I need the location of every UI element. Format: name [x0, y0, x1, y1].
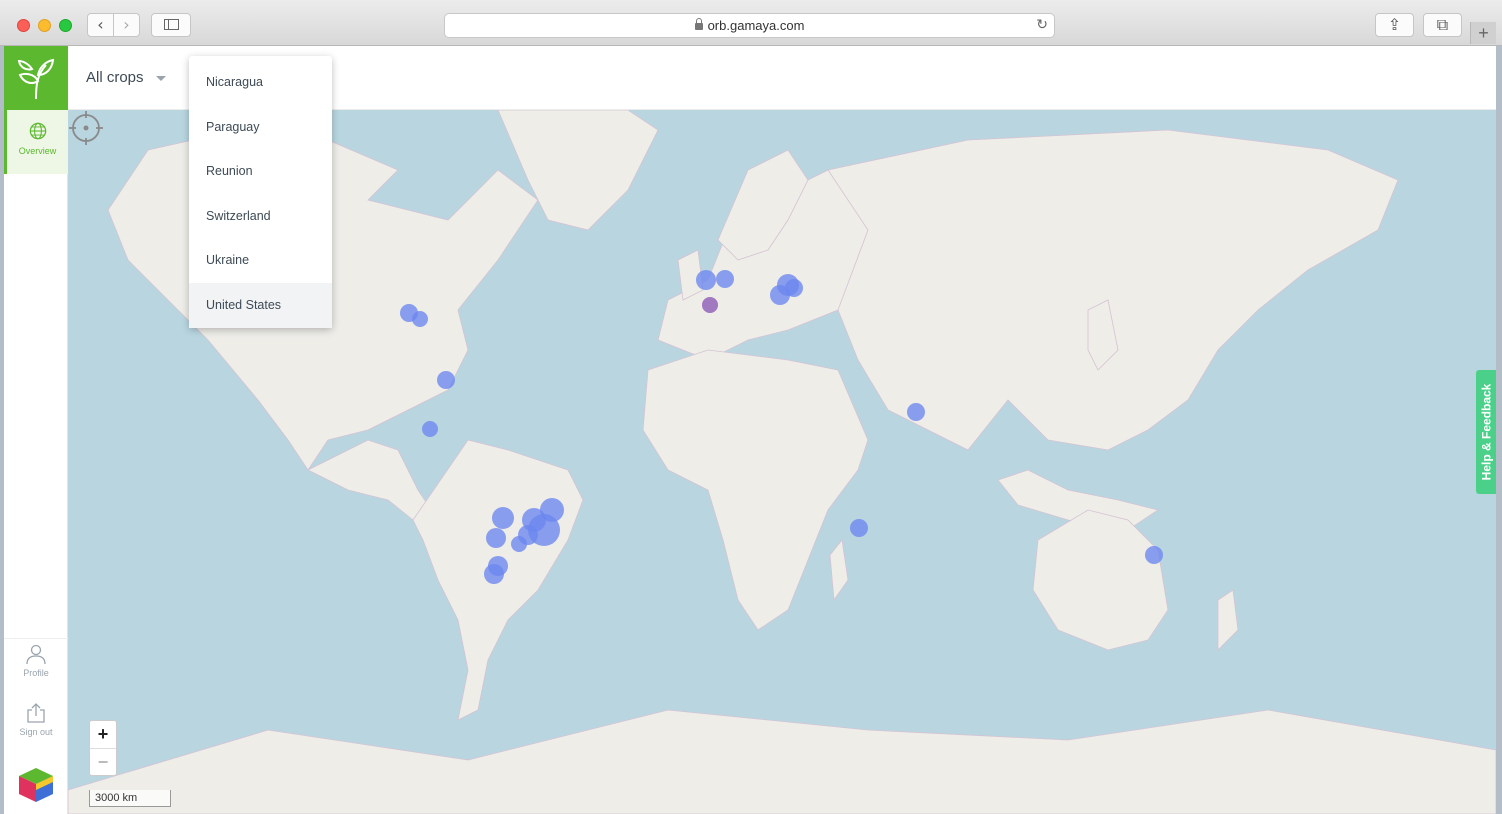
tabs-icon: ⧉	[1436, 15, 1449, 34]
dropdown-item[interactable]: Ukraine	[189, 238, 332, 283]
globe-icon	[29, 122, 46, 140]
country-dropdown-menu: Nicaragua Paraguay Reunion Switzerland U…	[189, 56, 332, 328]
new-tab-button[interactable]: +	[1470, 22, 1496, 44]
chevron-left-icon: ‹	[97, 15, 104, 34]
brand-cube-logo	[19, 768, 53, 802]
sidebar-icon	[163, 19, 179, 30]
app-window: Overview Profile Sign out All crops Nica…	[4, 46, 1496, 814]
zoom-in-button[interactable]: +	[90, 721, 116, 748]
address-bar[interactable]: orb.gamaya.com ↻	[444, 13, 1055, 38]
dropdown-item[interactable]: Paraguay	[189, 105, 332, 150]
share-button[interactable]: ⇪	[1375, 13, 1414, 37]
share-icon: ⇪	[1387, 15, 1402, 34]
dropdown-item[interactable]: Nicaragua	[189, 60, 332, 105]
close-window-button[interactable]	[17, 19, 30, 32]
map-scale-bar: 3000 km	[89, 790, 171, 807]
sidebar-toggle-button[interactable]	[151, 13, 191, 37]
help-feedback-tab[interactable]: Help & Feedback	[1476, 370, 1496, 494]
nav-item-signout[interactable]: Sign out	[4, 702, 68, 737]
chevron-right-icon: ›	[123, 15, 130, 34]
show-tabs-button[interactable]: ⧉	[1423, 13, 1462, 37]
dropdown-item-selected[interactable]: United States	[189, 282, 332, 328]
crop-filter-dropdown[interactable]: All crops	[86, 69, 166, 86]
nav-item-overview[interactable]: Overview	[4, 110, 68, 174]
browser-toolbar: ‹ › orb.gamaya.com ↻ ⇪ ⧉ +	[0, 0, 1502, 46]
crop-filter-label: All crops	[86, 69, 144, 86]
forward-button[interactable]: ›	[113, 13, 140, 37]
locate-icon[interactable]	[68, 110, 104, 146]
reload-icon[interactable]: ↻	[1036, 14, 1048, 37]
user-icon	[26, 644, 46, 665]
left-navigation: Overview Profile Sign out	[4, 46, 68, 814]
help-feedback-label: Help & Feedback	[1479, 383, 1494, 481]
dropdown-item[interactable]: Switzerland	[189, 194, 332, 239]
signout-icon	[27, 703, 45, 723]
back-button[interactable]: ‹	[87, 13, 114, 37]
gamaya-logo[interactable]	[4, 46, 68, 110]
nav-item-overview-label: Overview	[18, 146, 57, 156]
nav-item-profile[interactable]: Profile	[4, 638, 68, 678]
url-text: orb.gamaya.com	[707, 18, 805, 33]
zoom-control: + −	[89, 720, 117, 776]
lock-icon	[694, 18, 703, 30]
minimize-window-button[interactable]	[38, 19, 51, 32]
zoom-window-button[interactable]	[59, 19, 72, 32]
nav-item-profile-label: Profile	[23, 668, 49, 678]
dropdown-item[interactable]: Reunion	[189, 149, 332, 194]
zoom-out-button[interactable]: −	[90, 748, 116, 775]
nav-item-signout-label: Sign out	[19, 727, 53, 737]
leaf-icon	[17, 58, 55, 100]
caret-down-icon	[155, 75, 166, 81]
